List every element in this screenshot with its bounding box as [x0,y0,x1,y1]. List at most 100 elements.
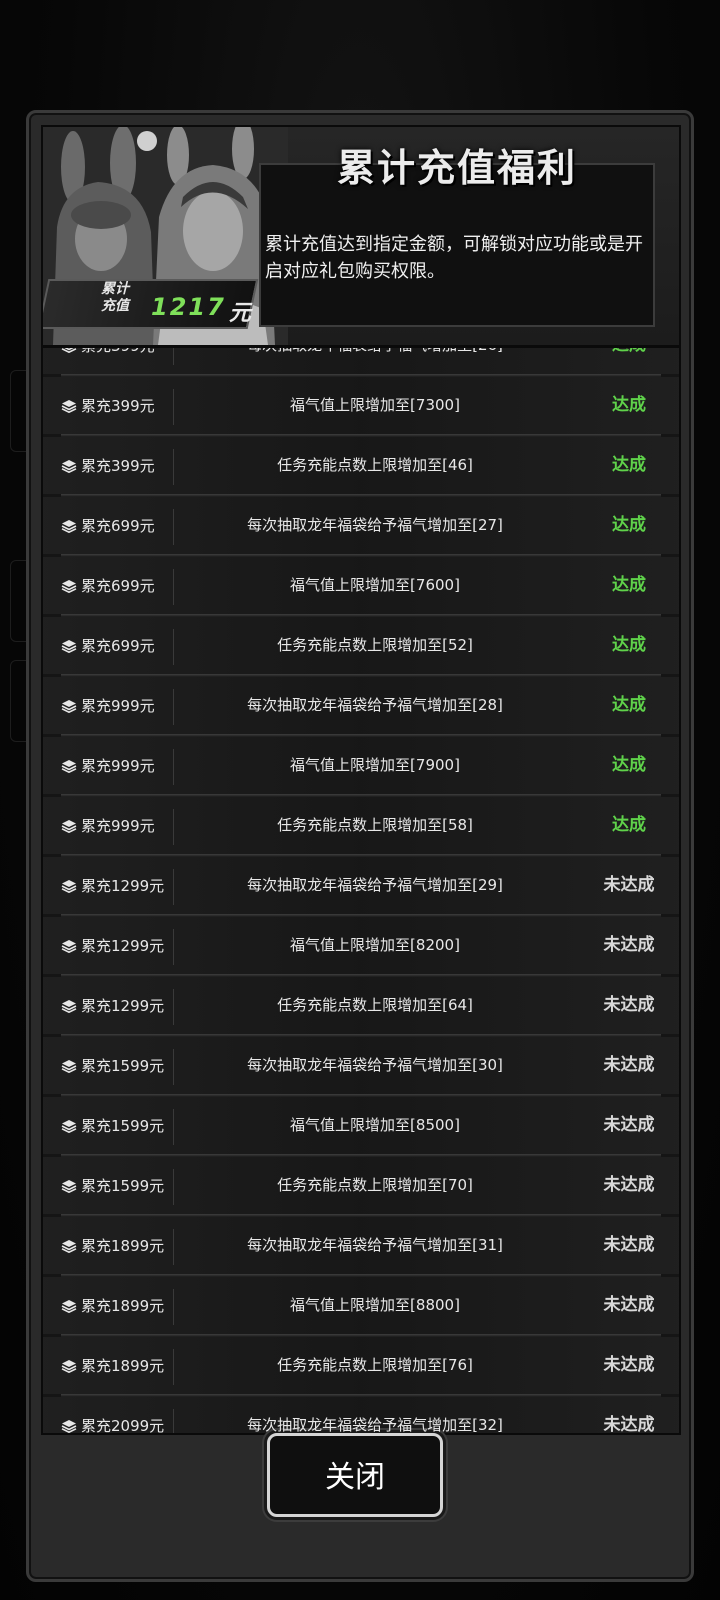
tier-status: 达成 [612,695,646,715]
row-divider [173,1109,174,1145]
layers-icon [61,819,77,833]
reward-tier-row: 累充1299元 任务充能点数上限增加至[64] 未达成 [43,977,679,1037]
tier-requirement-text: 累充699元 [81,637,155,655]
layers-icon [61,939,77,953]
reward-tier-list[interactable]: 累充399元 每次抽取龙年福袋给予福气增加至[26] 达成 累充399元 福气值上限增加… [43,345,679,1433]
tier-requirement: 累充1599元 [61,1097,164,1154]
tier-reward: 福气值上限增加至[7900] [290,756,460,774]
row-divider [173,1229,174,1265]
tier-requirement: 累充1299元 [61,977,164,1034]
tier-requirement: 累充399元 [61,437,155,494]
layers-icon [61,1419,77,1433]
tier-requirement: 累充1599元 [61,1037,164,1094]
reward-tier-row: 累充1899元 任务充能点数上限增加至[76] 未达成 [43,1337,679,1397]
tier-status: 达成 [612,515,646,535]
tier-status: 未达成 [603,995,655,1015]
layers-icon [61,1359,77,1373]
tier-reward: 任务充能点数上限增加至[52] [277,636,473,654]
tier-requirement-text: 累充1599元 [81,1117,165,1135]
tier-reward: 任务充能点数上限增加至[70] [277,1176,473,1194]
layers-icon [61,1119,77,1133]
total-recharge-unit: 元 [229,301,252,326]
row-divider [173,989,174,1025]
tier-requirement: 累充1899元 [61,1217,164,1274]
reward-tier-row: 累充1899元 每次抽取龙年福袋给予福气增加至[31] 未达成 [43,1217,679,1277]
tier-reward: 每次抽取龙年福袋给予福气增加至[29] [247,876,503,894]
row-divider [173,569,174,605]
tier-requirement-text: 累充399元 [81,397,155,415]
tier-requirement: 累充399元 [61,377,155,434]
tier-requirement-text: 累充1899元 [81,1237,165,1255]
tier-status: 达成 [612,455,646,475]
reward-tier-row: 累充1299元 每次抽取龙年福袋给予福气增加至[29] 未达成 [43,857,679,917]
tier-status: 未达成 [603,1355,655,1375]
row-divider [173,869,174,905]
tier-requirement: 累充1299元 [61,857,164,914]
tier-reward: 任务充能点数上限增加至[64] [277,996,473,1014]
tier-reward: 每次抽取龙年福袋给予福气增加至[27] [247,516,503,534]
reward-tier-row: 累充699元 任务充能点数上限增加至[52] 达成 [43,617,679,677]
tier-status: 未达成 [603,935,655,955]
reward-tier-row: 累充2099元 每次抽取龙年福袋给予福气增加至[32] 未达成 [43,1397,679,1433]
total-recharge-value: 1217 [151,293,226,321]
tier-requirement: 累充699元 [61,557,155,614]
row-divider [173,1349,174,1385]
dialog-title: 累计充值福利 [336,146,577,190]
tier-requirement: 累充1599元 [61,1157,164,1214]
reward-tier-list-content: 累充399元 每次抽取龙年福袋给予福气增加至[26] 达成 累充399元 福气值上限增加… [43,345,679,1433]
row-divider [173,689,174,725]
tier-requirement-text: 累充399元 [81,457,155,475]
tier-status: 未达成 [603,875,655,895]
row-divider [173,629,174,665]
layers-icon [61,1059,77,1073]
tier-status: 未达成 [603,1295,655,1315]
reward-tier-row: 累充999元 任务充能点数上限增加至[58] 达成 [43,797,679,857]
tier-reward: 任务充能点数上限增加至[46] [277,456,473,474]
tier-requirement-text: 累充1299元 [81,937,165,955]
tier-requirement-text: 累充1899元 [81,1297,165,1315]
tier-requirement: 累充399元 [61,345,155,374]
tier-reward: 每次抽取龙年福袋给予福气增加至[26] [247,345,503,354]
layers-icon [61,459,77,473]
tier-reward: 福气值上限增加至[8800] [290,1296,460,1314]
tier-status: 达成 [612,815,646,835]
tier-requirement-text: 累充699元 [81,517,155,535]
layers-icon [61,699,77,713]
layers-icon [61,399,77,413]
row-divider [173,749,174,785]
layers-icon [61,999,77,1013]
tier-requirement: 累充999元 [61,737,155,794]
reward-tier-row: 累充699元 每次抽取龙年福袋给予福气增加至[27] 达成 [43,497,679,557]
row-divider [173,509,174,545]
row-divider [173,1049,174,1085]
layers-icon [61,1299,77,1313]
dialog-description: 累计充值达到指定金额，可解锁对应功能或是开启对应礼包购买权限。 [265,234,643,282]
tier-requirement-text: 累充1299元 [81,997,165,1015]
dialog-header: 累计 充值 1217 元 累计充值福利 累计充值达到指定金额，可解锁对应功能或是… [43,127,679,348]
tier-status: 未达成 [603,1055,655,1075]
close-button[interactable]: 关闭 [267,1433,443,1517]
tier-status: 未达成 [603,1235,655,1255]
tier-requirement-text: 累充699元 [81,577,155,595]
reward-tier-row: 累充399元 福气值上限增加至[7300] 达成 [43,377,679,437]
tier-requirement: 累充1899元 [61,1277,164,1334]
layers-icon [61,759,77,773]
tier-reward: 每次抽取龙年福袋给予福气增加至[31] [247,1236,503,1254]
tier-reward: 每次抽取龙年福袋给予福气增加至[30] [247,1056,503,1074]
tier-requirement: 累充999元 [61,797,155,854]
reward-tier-row: 累充1599元 任务充能点数上限增加至[70] 未达成 [43,1157,679,1217]
reward-tier-row: 累充399元 每次抽取龙年福袋给予福气增加至[26] 达成 [43,345,679,377]
reward-tier-row: 累充1899元 福气值上限增加至[8800] 未达成 [43,1277,679,1337]
tier-requirement: 累充999元 [61,677,155,734]
row-divider [173,1409,174,1433]
tier-reward: 福气值上限增加至[7600] [290,576,460,594]
tier-requirement-text: 累充1599元 [81,1177,165,1195]
row-divider [173,929,174,965]
rewards-panel: 累计 充值 1217 元 累计充值福利 累计充值达到指定金额，可解锁对应功能或是… [41,125,681,1435]
tier-requirement-text: 累充1299元 [81,877,165,895]
tier-status: 达成 [612,755,646,775]
reward-tier-row: 累充999元 福气值上限增加至[7900] 达成 [43,737,679,797]
tier-reward: 任务充能点数上限增加至[76] [277,1356,473,1374]
tier-requirement: 累充1299元 [61,917,164,974]
tier-status: 未达成 [603,1115,655,1135]
